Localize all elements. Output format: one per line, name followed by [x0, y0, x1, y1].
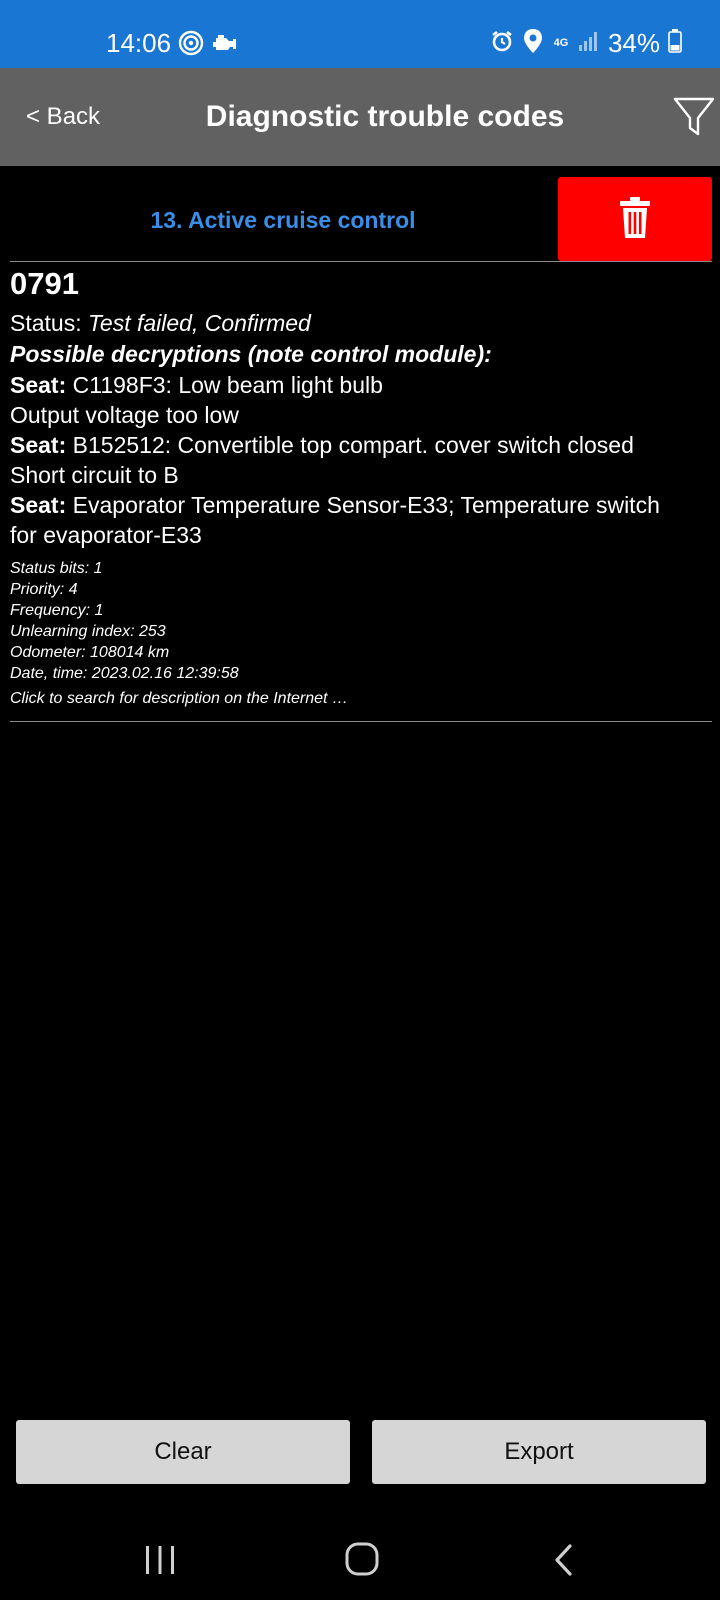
home-button[interactable] [338, 1538, 386, 1582]
alarm-icon [490, 29, 514, 58]
decryption-detail: Short circuit to B [10, 462, 179, 488]
nfc-icon [178, 30, 204, 61]
page-title: Diagnostic trouble codes [205, 100, 565, 133]
car-engine-icon [210, 32, 238, 59]
trash-icon [620, 197, 650, 238]
dtc-status-value: Test failed, Confirmed [87, 310, 311, 336]
network-type: 4G [553, 36, 569, 49]
signal-icon [578, 30, 600, 57]
nav-back-button[interactable] [540, 1538, 588, 1582]
decryption-label: Seat: [10, 432, 67, 458]
meta-priority: Priority: 4 [10, 581, 78, 598]
meta-unlearning-index: Unlearning index: 253 [10, 623, 166, 640]
decryption-item: Seat: B152512: Convertible top compart. … [10, 430, 712, 460]
decryption-item: Seat: Evaporator Temperature Sensor-E33;… [10, 490, 712, 520]
back-icon [555, 1544, 572, 1576]
home-icon [345, 1542, 379, 1576]
clear-button[interactable]: Clear [16, 1420, 350, 1484]
location-icon [522, 28, 544, 59]
decryption-detail: for evaporator-E33 [10, 522, 202, 548]
dtc-code: 0791 [10, 266, 79, 301]
search-internet-link[interactable]: Click to search for description on the I… [10, 688, 712, 709]
status-time: 14:06 [106, 28, 172, 58]
module-title[interactable]: 13. Active cruise control [10, 204, 556, 236]
battery-percentage: 34% [607, 28, 660, 58]
recents-button[interactable] [136, 1538, 184, 1582]
dtc-meta: Status bits: 1 Priority: 4 Frequency: 1 … [10, 558, 712, 684]
dtc-entry[interactable]: 0791 Status: Test failed, Confirmed Poss… [10, 264, 712, 709]
meta-frequency: Frequency: 1 [10, 602, 104, 619]
decryption-detail: Output voltage too low [10, 402, 239, 428]
decryption-label: Seat: [10, 372, 67, 398]
export-button[interactable]: Export [372, 1420, 706, 1484]
filter-icon [673, 97, 715, 136]
recents-icon [146, 1546, 174, 1574]
meta-date-time: Date, time: 2023.02.16 12:39:58 [10, 665, 239, 682]
decryption-text: Evaporator Temperature Sensor-E33; Tempe… [66, 492, 660, 518]
status-left-icons [178, 30, 238, 61]
decryption-item: Seat: C1198F3: Low beam light bulb [10, 370, 712, 400]
decryption-text: B152512: Convertible top compart. cover … [66, 432, 634, 458]
possible-decryptions-heading: Possible decryptions (note control modul… [10, 341, 492, 367]
status-right-icons: 4G 34% [490, 26, 682, 60]
decryption-text: C1198F3: Low beam light bulb [66, 372, 383, 398]
status-bar: 14:06 4G 34% [0, 0, 720, 68]
navigation-bar [0, 1520, 720, 1600]
battery-icon [668, 28, 682, 58]
meta-status-bits: Status bits: 1 [10, 560, 103, 577]
delete-button[interactable] [558, 177, 712, 261]
divider-top [10, 261, 712, 262]
dtc-status: Status: Test failed, Confirmed [10, 308, 712, 338]
decryption-label: Seat: [10, 492, 67, 518]
dtc-status-label: Status: [10, 310, 88, 336]
meta-odometer: Odometer: 108014 km [10, 644, 170, 661]
filter-button[interactable] [672, 94, 716, 140]
divider-bottom [10, 721, 712, 722]
app-bar: < Back Diagnostic trouble codes [0, 68, 720, 166]
